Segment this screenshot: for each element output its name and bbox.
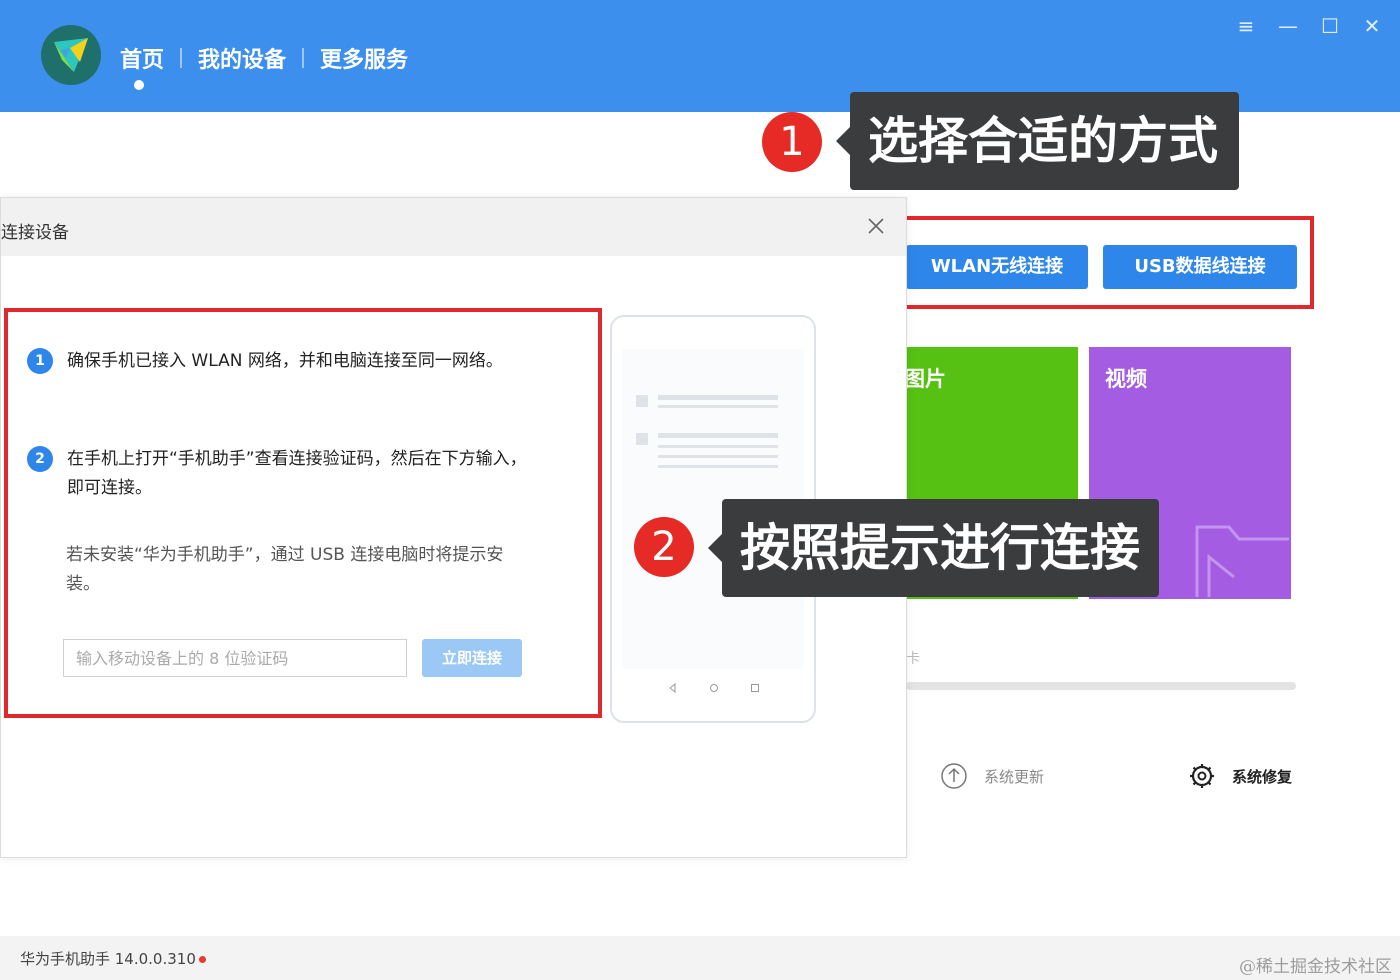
status-bar: 华为手机助手 14.0.0.310 @稀土掘金技术社区	[0, 936, 1400, 980]
tile-videos-label: 视频	[1105, 367, 1147, 391]
minimize-icon[interactable]: —	[1278, 14, 1298, 38]
close-icon[interactable]	[862, 212, 890, 240]
nav-more-services[interactable]: 更多服务	[304, 42, 424, 74]
callout-badge-1: 1	[762, 112, 822, 172]
system-update-link[interactable]: 系统更新	[940, 762, 1044, 790]
placeholder-line	[658, 405, 778, 408]
system-repair-link[interactable]: 系统修复	[1188, 762, 1292, 790]
highlight-box-connect-methods	[892, 216, 1314, 309]
highlight-box-instructions	[4, 308, 602, 718]
maximize-icon[interactable]: ☐	[1320, 14, 1340, 38]
placeholder-line	[658, 465, 778, 468]
system-update-label: 系统更新	[984, 767, 1045, 786]
main-nav: 首页 我的设备 更多服务	[118, 42, 424, 74]
nav-my-devices[interactable]: 我的设备	[182, 42, 302, 74]
app-version: 华为手机助手 14.0.0.310	[20, 948, 206, 969]
close-window-icon[interactable]: ✕	[1362, 14, 1382, 38]
window-controls: ≡ — ☐ ✕	[1236, 14, 1382, 38]
update-arrow-icon	[941, 763, 967, 789]
callout-2: 按照提示进行连接	[708, 499, 1159, 597]
callout-1: 选择合适的方式	[836, 92, 1239, 190]
phone-nav-back-icon	[669, 683, 676, 693]
placeholder-line	[658, 395, 778, 400]
dialog-title: 连接设备	[1, 223, 69, 243]
placeholder-line	[658, 433, 778, 438]
phone-nav-recent-icon	[751, 684, 759, 692]
placeholder-square	[636, 433, 648, 445]
placeholder-square	[636, 395, 648, 407]
menu-icon[interactable]: ≡	[1236, 14, 1256, 38]
placeholder-line	[658, 455, 778, 458]
app-version-text: 华为手机助手 14.0.0.310	[20, 950, 196, 968]
nav-home[interactable]: 首页	[118, 42, 180, 74]
dialog-header: 连接设备	[1, 198, 906, 256]
app-logo-icon	[41, 25, 101, 85]
update-dot-icon	[198, 956, 206, 963]
system-repair-label: 系统修复	[1232, 767, 1293, 786]
active-nav-indicator	[134, 80, 144, 90]
tile-photos-label: 图片	[904, 367, 946, 391]
faint-label: 卡	[906, 651, 920, 667]
callout-badge-2: 2	[634, 517, 694, 577]
video-folder-icon	[1195, 525, 1289, 597]
phone-nav-home-icon	[710, 684, 718, 692]
storage-progress-bar	[906, 682, 1296, 690]
watermark: @稀土掘金技术社区	[1239, 957, 1392, 977]
gear-icon	[1190, 764, 1214, 788]
placeholder-line	[658, 445, 778, 448]
